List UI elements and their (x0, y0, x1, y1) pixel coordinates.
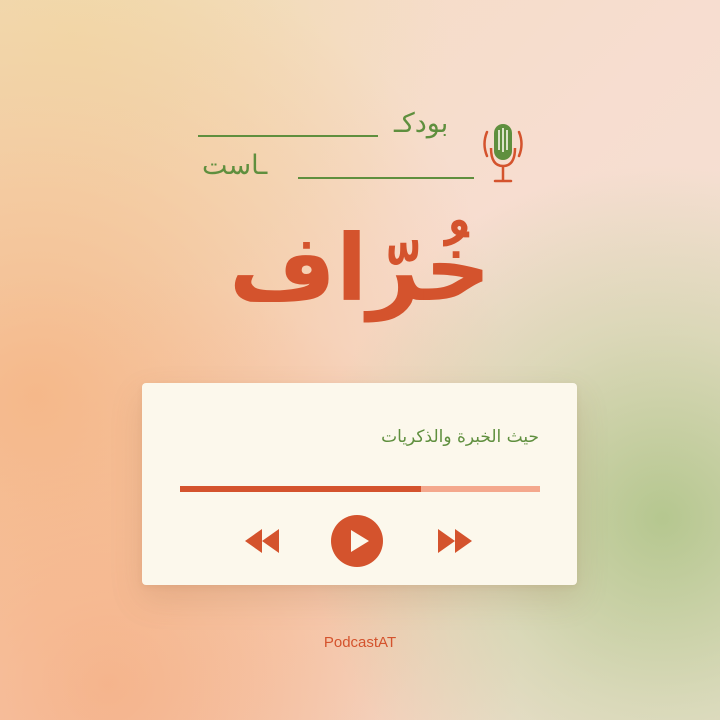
podcast-handle: PodcastAT (323, 634, 397, 651)
progress-bar[interactable] (180, 486, 540, 492)
episode-subtitle: حيث الخبرة والذكريات (381, 427, 539, 447)
play-button[interactable] (331, 515, 383, 567)
show-title: خُرّاف (229, 215, 491, 322)
fast-forward-icon[interactable] (436, 529, 474, 553)
logo-line-top (198, 135, 378, 137)
logo-word-bottom: ـاست (202, 150, 268, 181)
rewind-icon[interactable] (243, 529, 281, 553)
player-card: حيث الخبرة والذكريات (142, 383, 577, 585)
microphone-icon (483, 124, 523, 183)
progress-fill (180, 486, 422, 492)
podcast-logo: بودكـ ـاست (198, 108, 528, 188)
logo-word-top: بودكـ (394, 108, 449, 139)
logo-line-bottom (298, 177, 474, 179)
